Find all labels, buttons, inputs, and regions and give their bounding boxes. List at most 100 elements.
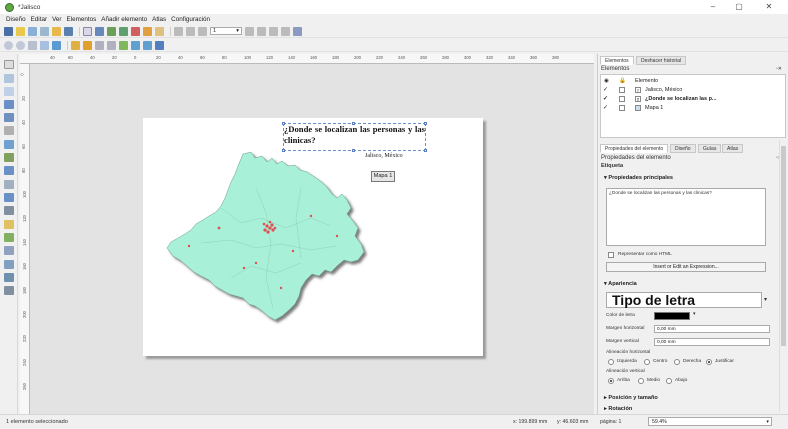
valign-bottom-radio[interactable] — [666, 378, 672, 384]
zoom-tool-icon[interactable] — [4, 74, 14, 83]
lock-checkbox[interactable] — [619, 87, 625, 93]
section-appearance[interactable]: ▾ Apariencia — [604, 281, 637, 287]
list-item[interactable]: ✓ T ¿Donde se localizan las p... — [601, 95, 785, 103]
layout-page[interactable]: ¿Donde se localizan las personas y las c… — [143, 118, 483, 356]
tab-elementos[interactable]: Elementos — [600, 56, 634, 65]
open-folder-icon[interactable] — [52, 26, 61, 36]
jalisco-map[interactable] — [161, 148, 376, 328]
selection-handle[interactable] — [282, 122, 285, 125]
add-label-icon[interactable] — [4, 166, 14, 175]
add-shape-icon[interactable] — [4, 220, 14, 229]
valign-middle-radio[interactable] — [638, 378, 644, 384]
add-arrow-icon[interactable] — [4, 246, 14, 255]
lock-checkbox[interactable] — [619, 96, 625, 102]
save-icon[interactable] — [4, 26, 13, 36]
refresh-icon[interactable] — [52, 40, 61, 50]
add-3d-map-icon[interactable] — [4, 140, 14, 149]
maximize-button[interactable]: ▢ — [728, 2, 750, 12]
add-legend-icon[interactable] — [4, 180, 14, 189]
minimize-button[interactable]: – — [702, 2, 724, 12]
next-feature-icon[interactable] — [245, 26, 254, 36]
zoom-in-icon[interactable] — [4, 40, 13, 50]
atlas-page-combo[interactable]: 1 ▾ — [210, 27, 242, 35]
list-item[interactable]: ✓ Mapa 1 — [601, 104, 785, 112]
add-map-icon[interactable] — [4, 126, 14, 135]
group-items-icon[interactable] — [95, 40, 104, 50]
page-setup-icon[interactable] — [83, 26, 92, 36]
align-items-icon[interactable] — [143, 40, 152, 50]
close-button[interactable]: ✕ — [758, 2, 780, 12]
zoom-out-icon[interactable] — [16, 40, 25, 50]
zoom-full-icon[interactable] — [40, 40, 49, 50]
print-icon[interactable] — [95, 26, 104, 36]
font-color-swatch[interactable] — [654, 312, 690, 320]
unlock-items-icon[interactable] — [83, 40, 92, 50]
undo-icon[interactable] — [143, 26, 152, 36]
tab-deshacer-historial[interactable]: Deshacer historial — [636, 56, 687, 65]
margin-horizontal-spinbox[interactable]: 0,00 mm — [654, 325, 770, 333]
select-icon[interactable] — [4, 87, 14, 96]
add-picture-icon[interactable] — [4, 153, 14, 162]
tab-atlas[interactable]: Atlas — [722, 144, 744, 153]
selection-handle[interactable] — [424, 122, 427, 125]
atlas-export-icon[interactable] — [281, 26, 290, 36]
lock-checkbox[interactable] — [619, 105, 625, 111]
render-html-checkbox[interactable] — [608, 252, 614, 258]
pan-icon[interactable] — [4, 60, 14, 69]
chevron-down-icon[interactable]: ▾ — [693, 312, 695, 317]
duplicate-layout-icon[interactable] — [28, 26, 37, 36]
selection-handle[interactable] — [424, 149, 427, 152]
redo-icon[interactable] — [155, 26, 164, 36]
visible-check-icon[interactable]: ✓ — [603, 86, 608, 94]
tab-propiedades[interactable]: Propiedades del elemento — [600, 144, 669, 153]
valign-top-radio[interactable] — [608, 378, 614, 384]
raise-items-icon[interactable] — [119, 40, 128, 50]
tab-guias[interactable]: Guías — [698, 144, 722, 153]
insert-expression-button[interactable]: Insert or Edit an Expression... — [606, 262, 766, 272]
visible-check-icon[interactable]: ✓ — [603, 104, 608, 112]
scrollbar-thumb[interactable] — [781, 146, 786, 346]
tab-diseno[interactable]: Diseño — [670, 144, 696, 153]
zoom-combo[interactable]: 59.4% ▾ — [648, 417, 772, 426]
add-marker-icon[interactable] — [4, 233, 14, 242]
add-elevation-icon[interactable] — [4, 286, 14, 295]
save-template-icon[interactable] — [64, 26, 73, 36]
menu-editar[interactable]: Editar — [31, 16, 47, 23]
edit-nodes-icon[interactable] — [4, 113, 14, 122]
menu-atlas[interactable]: Atlas — [152, 16, 166, 23]
layout-canvas[interactable]: ¿Donde se localizan las personas y las c… — [30, 64, 594, 414]
margin-vertical-spinbox[interactable]: 0,00 mm — [654, 338, 770, 346]
first-feature-icon[interactable] — [186, 26, 195, 36]
halign-left-radio[interactable] — [608, 359, 614, 365]
ungroup-items-icon[interactable] — [107, 40, 116, 50]
previous-feature-icon[interactable] — [198, 26, 207, 36]
list-item[interactable]: ✓ T Jalisco, México — [601, 86, 785, 94]
menu-ver[interactable]: Ver — [52, 16, 61, 23]
menu-configuracion[interactable]: Configuración — [171, 16, 210, 23]
section-main-properties[interactable]: ▾ Propiedades principales — [604, 175, 673, 181]
add-scalebar-icon[interactable] — [4, 193, 14, 202]
add-html-icon[interactable] — [4, 273, 14, 282]
add-north-arrow-icon[interactable] — [4, 206, 14, 215]
halign-right-radio[interactable] — [674, 359, 680, 365]
elements-list[interactable]: ◉ 🔒 Elemento ✓ T Jalisco, México ✓ T ¿Do… — [600, 74, 786, 138]
atlas-preview-icon[interactable] — [174, 26, 183, 36]
export-pdf-icon[interactable] — [131, 26, 140, 36]
atlas-settings-icon[interactable] — [293, 26, 302, 36]
last-feature-icon[interactable] — [257, 26, 266, 36]
section-rotation[interactable]: ▸ Rotación — [604, 406, 632, 412]
lower-items-icon[interactable] — [131, 40, 140, 50]
export-image-icon[interactable] — [107, 26, 116, 36]
distribute-items-icon[interactable] — [155, 40, 164, 50]
font-dropdown-icon[interactable]: ▾ — [764, 296, 767, 303]
zoom-actual-icon[interactable] — [28, 40, 37, 50]
menu-elementos[interactable]: Elementos — [67, 16, 97, 23]
halign-center-radio[interactable] — [644, 359, 650, 365]
visible-check-icon[interactable]: ✓ — [603, 95, 608, 103]
layout-manager-icon[interactable] — [40, 26, 49, 36]
new-layout-icon[interactable] — [16, 26, 25, 36]
menu-anadir-elemento[interactable]: Añadir elemento — [101, 16, 147, 23]
section-position-size[interactable]: ▸ Posición y tamaño — [604, 395, 658, 401]
font-button[interactable]: Tipo de letra — [606, 292, 762, 308]
properties-scrollbar[interactable] — [779, 140, 786, 412]
